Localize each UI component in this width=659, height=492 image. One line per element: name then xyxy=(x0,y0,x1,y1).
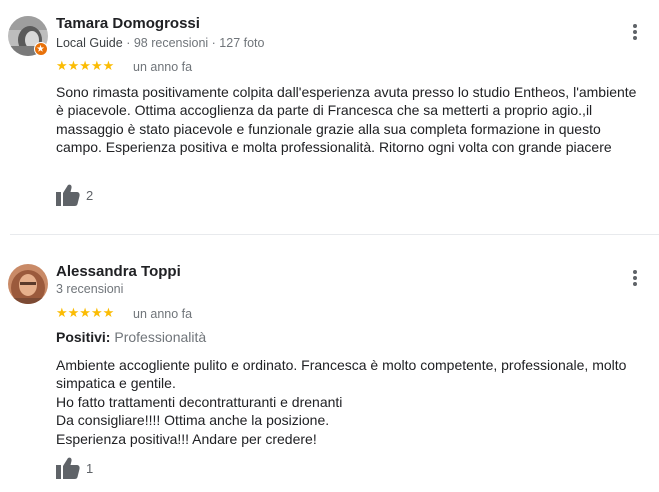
review-text-line: Ambiente accogliente pulito e ordinato. … xyxy=(56,357,627,392)
avatar[interactable] xyxy=(8,264,48,304)
review-card: Tamara Domogrossi Local Guide · 98 recen… xyxy=(0,0,659,234)
local-guide-badge-icon xyxy=(34,42,48,56)
reviewer-stats: · 98 recensioni · 127 foto xyxy=(122,36,265,50)
review-text-line: Ho fatto trattamenti decontratturanti e … xyxy=(56,393,343,410)
like-count: 2 xyxy=(86,188,94,203)
review-text: Ambiente accogliente pulito e ordinato. … xyxy=(56,356,646,448)
reviewer-meta: Local Guide · 98 recensioni · 127 foto xyxy=(56,36,264,50)
more-vert-icon[interactable] xyxy=(626,268,644,288)
review-text-line: Esperienza positiva!!! Andare per creder… xyxy=(56,430,317,447)
thumbs-up-icon[interactable] xyxy=(56,184,80,206)
more-vert-icon[interactable] xyxy=(626,22,644,42)
reviewer-name[interactable]: Tamara Domogrossi xyxy=(56,15,200,32)
star-rating: ★★★★★ xyxy=(56,58,115,73)
review-text-line: Da consigliare!!!! Ottima anche la posiz… xyxy=(56,412,330,429)
review-text: Sono rimasta positivamente colpita dall'… xyxy=(56,84,637,156)
like-count: 1 xyxy=(86,461,94,476)
review-date: un anno fa xyxy=(133,307,193,321)
star-rating: ★★★★★ xyxy=(56,305,115,320)
review-card: Alessandra Toppi 3 recensioni ★★★★★ un a… xyxy=(0,250,659,492)
positives-line: Positivi: Professionalità xyxy=(56,329,206,345)
reviewer-name[interactable]: Alessandra Toppi xyxy=(56,263,181,280)
local-guide-label: Local Guide xyxy=(56,36,123,50)
review-date: un anno fa xyxy=(133,60,193,74)
divider xyxy=(10,234,659,235)
reviewer-stats: 3 recensioni xyxy=(56,282,124,296)
positives-value: Professionalità xyxy=(110,329,207,345)
thumbs-up-icon[interactable] xyxy=(56,457,80,479)
positives-label: Positivi: xyxy=(56,329,111,345)
